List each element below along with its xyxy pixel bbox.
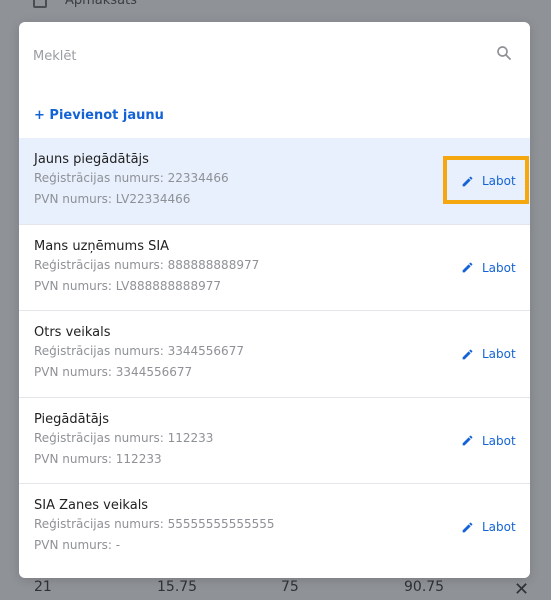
supplier-list: Jauns piegādātājs Reģistrācijas numurs: …	[19, 138, 530, 571]
registration-number: Reģistrācijas numurs: 55555555555555	[34, 517, 275, 531]
vat-number: PVN numurs: LV888888888977	[34, 278, 221, 293]
edit-label: Labot	[482, 347, 516, 361]
list-item[interactable]: Otrs veikals Reģistrācijas numurs: 33445…	[19, 311, 530, 398]
edit-button[interactable]: Labot	[461, 259, 516, 277]
supplier-name: Jauns piegādātājs	[34, 152, 149, 167]
table-cell: 90.75	[404, 579, 445, 595]
supplier-picker-modal: + Pievienot jaunu Jauns piegādātājs Reģi…	[19, 22, 530, 578]
table-cell: 21	[34, 579, 52, 595]
background-table-row: 21 15.75 75 90.75 ✕	[0, 578, 551, 600]
edit-label: Labot	[482, 174, 516, 188]
paid-checkbox[interactable]	[33, 0, 47, 8]
supplier-name: Otrs veikals	[34, 325, 111, 340]
vat-number: PVN numurs: 3344556677	[34, 365, 193, 379]
pencil-icon	[462, 176, 473, 186]
supplier-name: Mans uzņēmums SIA	[34, 238, 170, 254]
registration-number: Reģistrācijas numurs: 888888888977	[34, 257, 260, 272]
background-header: Apmaksāts	[0, 0, 551, 22]
list-item[interactable]: Jauns piegādātājs Reģistrācijas numurs: …	[19, 138, 530, 225]
edit-button[interactable]: Labot	[461, 432, 516, 450]
edit-button[interactable]: Labot	[461, 172, 516, 190]
pencil-icon	[462, 349, 473, 359]
vat-number: PVN numurs: -	[34, 538, 121, 552]
registration-number: Reģistrācijas numurs: 112233	[34, 430, 214, 445]
edit-button[interactable]: Labot	[461, 345, 516, 363]
search-bar	[19, 22, 530, 88]
edit-label: Labot	[482, 433, 516, 448]
pencil-icon	[462, 522, 473, 532]
registration-number: Reģistrācijas numurs: 3344556677	[34, 344, 244, 358]
list-item[interactable]: Piegādātājs Reģistrācijas numurs: 112233…	[19, 398, 530, 484]
table-cell: 75	[281, 579, 299, 595]
table-cell: 15.75	[157, 579, 198, 595]
list-item[interactable]: SIA Zanes veikals Reģistrācijas numurs: …	[19, 484, 530, 571]
edit-label: Labot	[482, 520, 516, 534]
registration-number: Reģistrācijas numurs: 22334466	[34, 171, 229, 185]
search-input[interactable]	[33, 44, 473, 68]
vat-number: PVN numurs: LV22334466	[34, 192, 191, 206]
pencil-icon	[462, 435, 473, 446]
search-icon[interactable]	[495, 44, 513, 62]
supplier-name: Piegādātājs	[34, 411, 110, 427]
pencil-icon	[462, 262, 473, 273]
list-item[interactable]: Mans uzņēmums SIA Reģistrācijas numurs: …	[19, 225, 530, 311]
vat-number: PVN numurs: 112233	[34, 451, 162, 466]
supplier-name: SIA Zanes veikals	[34, 498, 149, 513]
add-new-button[interactable]: + Pievienot jaunu	[34, 108, 164, 123]
paid-label: Apmaksāts	[65, 0, 137, 8]
edit-label: Labot	[482, 260, 516, 275]
close-icon[interactable]: ✕	[514, 579, 529, 600]
edit-button[interactable]: Labot	[461, 518, 516, 536]
